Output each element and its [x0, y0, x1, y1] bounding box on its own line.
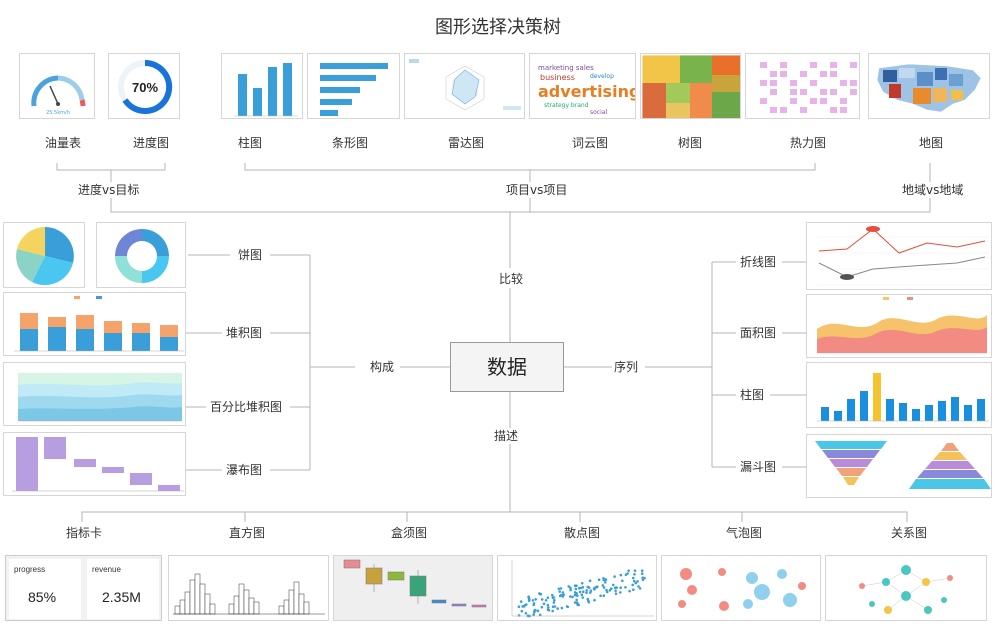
area-thumbnail — [806, 294, 992, 358]
kpi-revenue-label: revenue — [92, 565, 121, 574]
label-percent-stacked: 百分比堆积图 — [208, 400, 285, 414]
label-scatter: 散点图 — [562, 526, 603, 540]
label-map: 地图 — [917, 136, 946, 150]
label-histogram: 直方图 — [227, 526, 268, 540]
label-radar: 雷达图 — [446, 136, 487, 150]
label-bubble: 气泡图 — [724, 526, 765, 540]
branch-series: 序列 — [612, 360, 641, 374]
label-boxplot: 盒须图 — [389, 526, 430, 540]
heatmap-thumbnail — [745, 53, 860, 119]
data-root-node: 数据 — [450, 342, 564, 392]
network-thumbnail — [825, 555, 987, 621]
wordcloud-thumbnail: marketing sales business develop adverti… — [529, 53, 636, 119]
label-column: 柱图 — [236, 136, 265, 150]
svg-text:strategy brand: strategy brand — [544, 102, 589, 109]
gauge-thumbnail: 25.5km/h — [19, 53, 95, 119]
branch-compare: 比较 — [497, 272, 526, 286]
column-thumbnail — [221, 53, 303, 119]
scatter-thumbnail — [497, 555, 657, 621]
treemap-thumbnail — [640, 53, 741, 119]
progress-value: 70% — [132, 80, 158, 95]
branch-compose: 构成 — [368, 360, 397, 374]
label-stacked: 堆积图 — [224, 326, 265, 340]
funnel-thumbnail — [806, 434, 992, 498]
label-progress: 进度图 — [131, 136, 172, 150]
label-column-series: 柱图 — [738, 388, 767, 402]
donut-thumbnail — [96, 222, 186, 288]
progress-thumbnail: 70% — [108, 53, 180, 119]
label-area: 面积图 — [738, 326, 779, 340]
label-line: 折线图 — [738, 255, 779, 269]
label-waterfall: 瀑布图 — [224, 463, 265, 477]
radar-thumbnail — [404, 53, 525, 119]
group-item-vs-item: 项目vs项目 — [504, 183, 570, 197]
kpi-progress-value: 85% — [28, 589, 57, 605]
series-column-thumbnail — [806, 362, 992, 428]
label-pie: 饼图 — [236, 248, 265, 262]
label-treemap: 树图 — [676, 136, 705, 150]
label-heatmap: 热力图 — [788, 136, 829, 150]
kpi-card-thumbnail: progress 85% revenue 2.35M — [5, 555, 162, 621]
label-bar: 条形图 — [330, 136, 371, 150]
label-kpi: 指标卡 — [64, 526, 105, 540]
bar-thumbnail — [307, 53, 400, 119]
stacked-thumbnail — [3, 292, 186, 356]
label-funnel: 漏斗图 — [738, 460, 779, 474]
label-wordcloud: 词云图 — [570, 136, 611, 150]
group-progress-vs-goal: 进度vs目标 — [76, 183, 142, 197]
group-region-vs-region: 地域vs地域 — [900, 183, 966, 197]
map-thumbnail — [868, 53, 990, 119]
line-thumbnail — [806, 222, 992, 290]
svg-text:marketing sales: marketing sales — [538, 64, 594, 72]
wordcloud-small-word: business — [540, 73, 575, 82]
kpi-revenue-value: 2.35M — [102, 589, 141, 605]
bubble-thumbnail — [661, 555, 821, 621]
kpi-progress-label: progress — [14, 565, 46, 574]
label-gauge: 油量表 — [43, 136, 84, 150]
histogram-thumbnail — [168, 555, 329, 621]
percent-stacked-thumbnail — [3, 362, 186, 426]
svg-text:develop: develop — [590, 73, 614, 80]
wordcloud-big-word: advertising — [538, 82, 636, 101]
svg-text:social: social — [590, 109, 607, 116]
branch-describe: 描述 — [492, 429, 521, 443]
label-network: 关系图 — [889, 526, 930, 540]
waterfall-thumbnail — [3, 432, 186, 496]
boxplot-thumbnail — [333, 555, 493, 621]
gauge-value: 25.5km/h — [46, 110, 70, 116]
pie-thumbnail — [3, 222, 85, 288]
